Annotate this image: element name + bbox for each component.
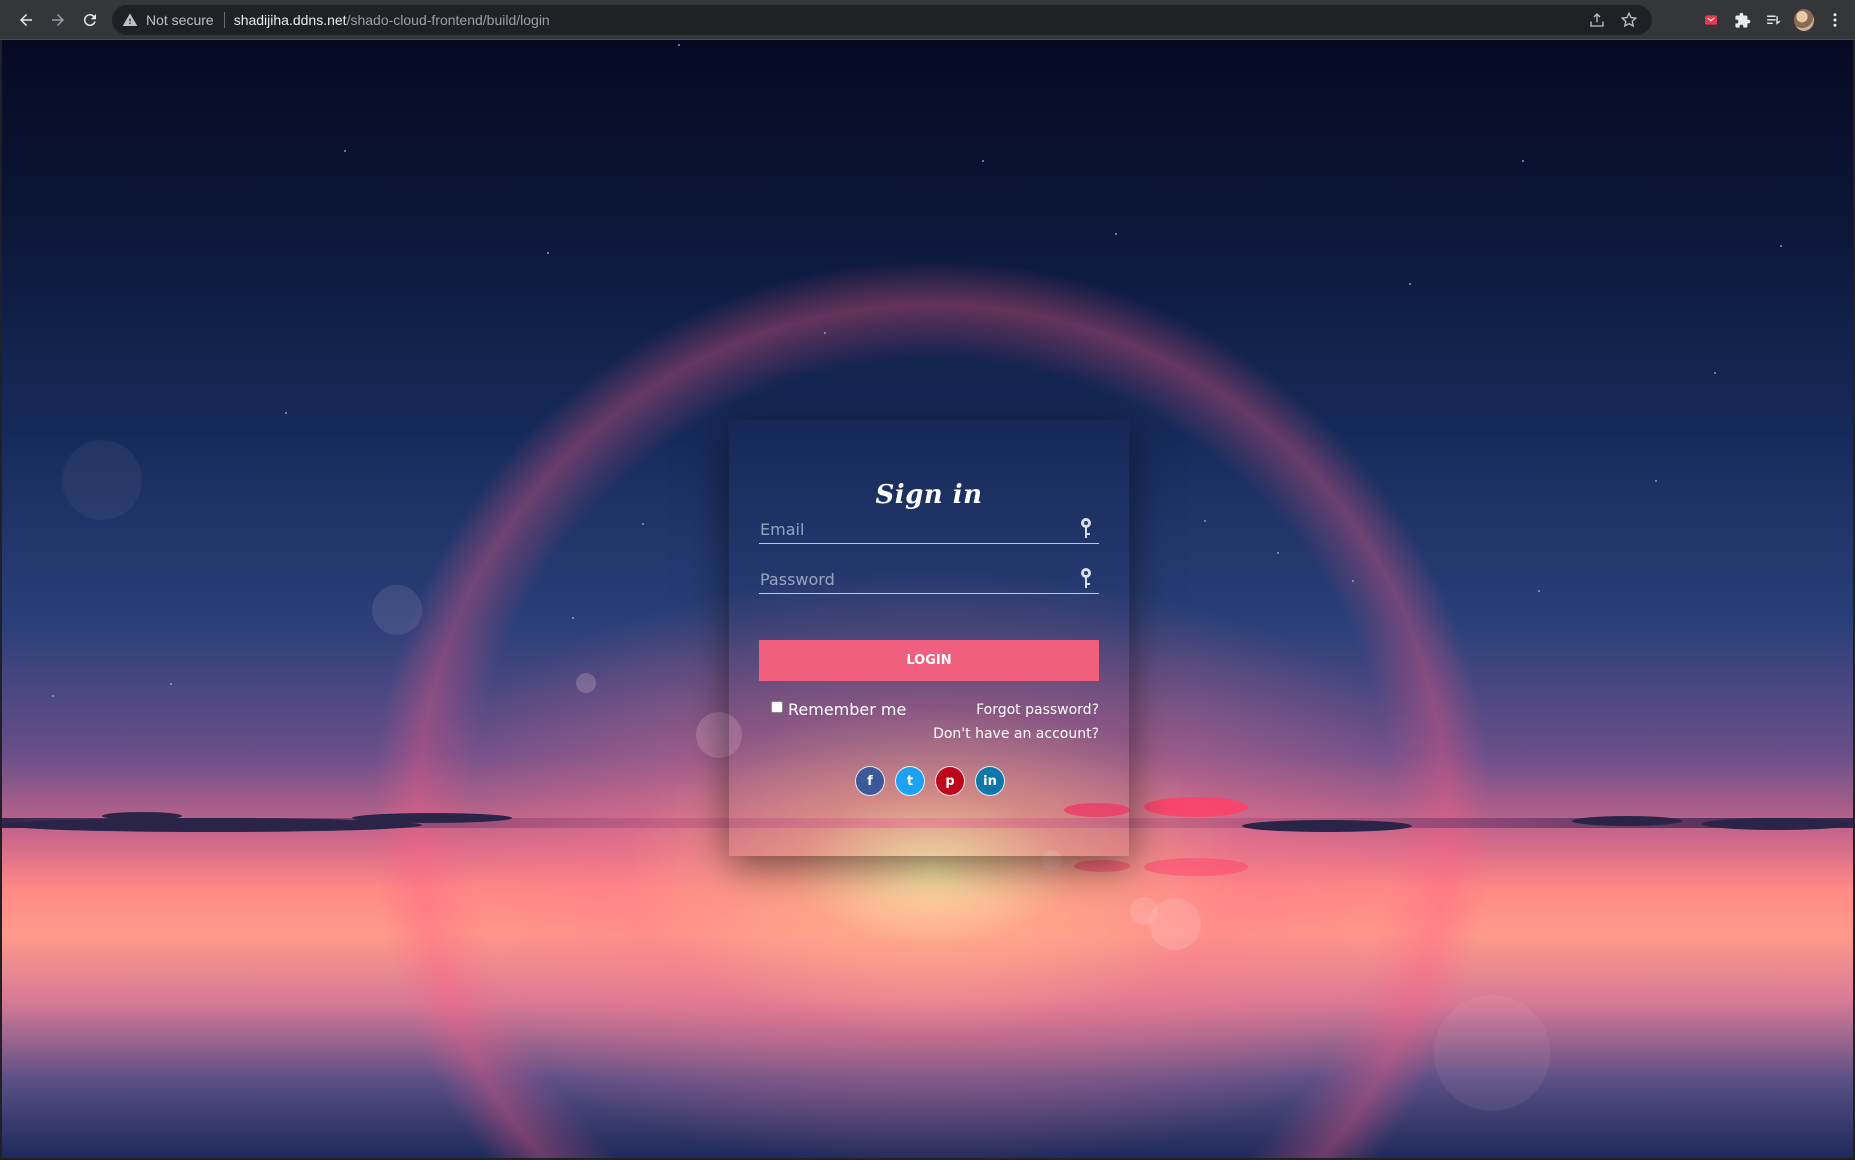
social-label: p (945, 773, 955, 789)
red-cloud (1144, 858, 1248, 876)
signup-link[interactable]: Don't have an account? (933, 726, 1099, 742)
key-icon (1081, 518, 1091, 538)
key-icon (1081, 568, 1091, 588)
password-field[interactable] (759, 560, 1099, 593)
star (170, 683, 172, 685)
security-status[interactable]: Not secure (146, 12, 214, 28)
star (1522, 160, 1524, 162)
remember-checkbox[interactable] (771, 700, 783, 713)
star (1538, 590, 1540, 592)
star (285, 412, 287, 414)
extension-red-icon[interactable] (1701, 10, 1721, 30)
star (1204, 520, 1206, 522)
bookmark-star-icon[interactable] (1620, 11, 1638, 29)
address-bar[interactable]: Not secure shadijiha.ddns.net/shado-clou… (112, 5, 1652, 35)
star (547, 252, 549, 254)
puzzle-icon[interactable] (1732, 10, 1752, 30)
reload-icon (83, 13, 96, 26)
star (1780, 245, 1782, 247)
social-label: t (906, 773, 914, 789)
star (642, 523, 644, 525)
star (1655, 480, 1657, 482)
more-vert-icon (1833, 13, 1837, 27)
page-background: Sign in LOGIN Remember me Forgot passwor… (2, 40, 1853, 1158)
back-button[interactable] (12, 6, 40, 34)
password-field-wrapper (759, 560, 1099, 594)
remember-me: Remember me (771, 700, 906, 719)
red-cloud (1144, 797, 1248, 817)
social-label: f (867, 773, 873, 789)
bokeh-circle (1434, 995, 1550, 1111)
bokeh-circle (62, 440, 142, 520)
url-host: shadijiha.ddns.net (233, 12, 347, 28)
star (678, 44, 680, 46)
island-silhouette (102, 812, 182, 820)
share-icon[interactable] (1588, 11, 1606, 29)
login-button[interactable]: LOGIN (759, 640, 1099, 681)
bokeh-circle (576, 673, 596, 693)
star (824, 332, 826, 334)
forgot-password-link[interactable]: Forgot password? (976, 702, 1099, 718)
island-silhouette (1572, 816, 1682, 826)
arrow-right-icon (52, 13, 64, 26)
island-silhouette (1702, 818, 1853, 830)
twitter-icon[interactable]: t (895, 766, 925, 796)
star (1409, 283, 1411, 285)
omnibox-divider (223, 12, 225, 28)
warning-icon (122, 13, 138, 26)
arrow-left-icon (20, 13, 32, 26)
star (1277, 552, 1279, 554)
social-label: in (983, 773, 997, 789)
social-links: f t p in (855, 766, 1005, 796)
reload-button[interactable] (76, 6, 104, 34)
star (1352, 580, 1354, 582)
email-field-wrapper (759, 510, 1099, 544)
page-title: Sign in (875, 480, 983, 510)
reading-list-icon[interactable] (1763, 10, 1783, 30)
star (572, 617, 574, 619)
linkedin-icon[interactable]: in (975, 766, 1005, 796)
extensions-area (1701, 5, 1855, 35)
remember-label[interactable]: Remember me (788, 700, 906, 719)
island-silhouette (352, 813, 512, 823)
star (1714, 372, 1716, 374)
menu-button[interactable] (1825, 10, 1845, 30)
login-card: Sign in LOGIN Remember me Forgot passwor… (729, 420, 1129, 856)
pinterest-icon[interactable]: p (935, 766, 965, 796)
red-cloud (1074, 860, 1130, 872)
star (52, 695, 54, 697)
star (1115, 233, 1117, 235)
avatar-icon (1794, 9, 1814, 31)
facebook-icon[interactable]: f (855, 766, 885, 796)
profile-avatar[interactable] (1794, 9, 1814, 31)
star (344, 150, 346, 152)
email-field[interactable] (759, 510, 1099, 543)
forward-button[interactable] (44, 6, 72, 34)
island-silhouette (1242, 820, 1412, 832)
url-path: /shado-cloud-frontend/build/login (346, 12, 550, 28)
bokeh-circle (1130, 897, 1158, 925)
bokeh-circle (372, 585, 422, 635)
star (982, 160, 984, 162)
browser-toolbar: Not secure shadijiha.ddns.net/shado-clou… (0, 0, 1855, 40)
